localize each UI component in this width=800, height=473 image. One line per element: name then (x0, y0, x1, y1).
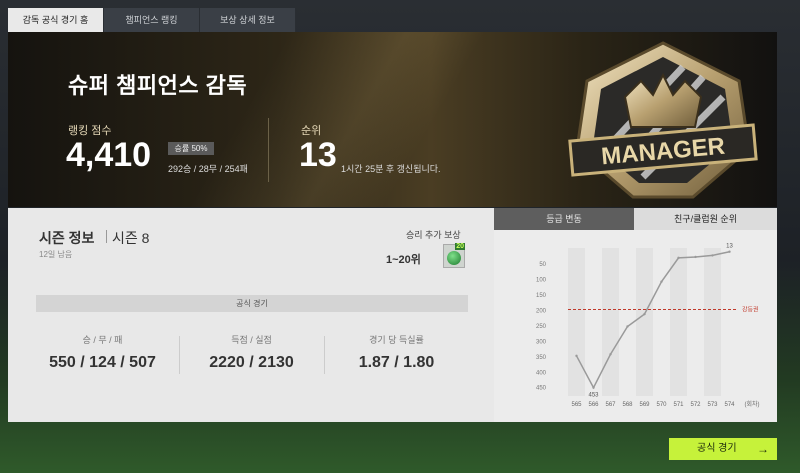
rank-series-point (592, 386, 595, 389)
data-point-label: 13 (726, 244, 733, 250)
chart-column-band (585, 248, 602, 396)
stat-goals: 득점 / 실점 2220 / 2130 (179, 333, 324, 372)
season-number: 시즌 8 (112, 230, 150, 246)
chart-column-band (568, 248, 585, 396)
tab-champions-ranking[interactable]: 챔피언스 랭킹 (104, 8, 200, 32)
x-tick-label: 565 (571, 402, 582, 408)
arrow-right-icon: → (757, 442, 769, 456)
chart-column-band (636, 248, 653, 396)
update-text: 1시간 25분 후 갱신됩니다. (341, 164, 441, 174)
data-point-label: 453 (588, 393, 599, 399)
y-tick-label: 100 (536, 278, 547, 284)
win-rate-badge: 승률 50% (168, 142, 214, 155)
top-tabs: 감독 공식 경기 홈 챔피언스 랭킹 보상 상세 정보 (8, 8, 296, 32)
rank-series-point (677, 256, 680, 260)
official-match-button[interactable]: 공식 경기 → (669, 438, 777, 460)
season-remaining: 12일 남음 (39, 250, 73, 259)
stat-value: 2220 / 2130 (209, 354, 294, 371)
hero-light-streak (128, 32, 608, 207)
rank-series-point (575, 354, 578, 358)
x-tick-label: 569 (639, 402, 650, 408)
official-match-button-label: 공식 경기 (697, 443, 737, 454)
x-tick-label: 574 (724, 402, 735, 408)
rank-series-point (643, 312, 646, 316)
stat-record: 승 / 무 / 패 550 / 124 / 507 (30, 333, 175, 372)
stat-value: 1.87 / 1.80 (358, 354, 435, 371)
hero-divider (268, 118, 269, 182)
tab-friend-ranking[interactable]: 친구/클럽원 순위 (634, 208, 777, 230)
x-tick-label: 567 (605, 402, 616, 408)
chart-column-band (670, 248, 687, 396)
chart-column-band (687, 248, 704, 396)
rank-series-point (660, 280, 663, 283)
rank-change-chart: 50 100 150 200 250 300 350 400 450 565 566 567 568 56… (536, 244, 760, 408)
relegation-threshold-label: 강등권 (742, 305, 759, 313)
stat-goal-ratio: 경기 당 득실률 1.87 / 1.80 (324, 333, 469, 372)
rank-series-point (609, 353, 612, 356)
y-tick-label: 350 (536, 355, 547, 361)
y-tick-label: 150 (536, 293, 547, 299)
chart-panel: 등급 변동 친구/클럽원 순위 50 100 150 200 250 300 350 400 4… (494, 208, 777, 422)
stat-label: 승 / 무 / 패 (82, 335, 123, 345)
tab-manager-home[interactable]: 감독 공식 경기 홈 (8, 8, 104, 32)
manager-badge-icon: MANAGER (568, 41, 758, 199)
rank-series-point (626, 325, 629, 328)
x-tick-label: 573 (707, 402, 718, 408)
reward-label: 승리 추가 보상 (406, 230, 461, 240)
stat-label: 득점 / 실점 (231, 335, 272, 345)
stat-label: 경기 당 득실률 (369, 335, 424, 345)
y-tick-label: 200 (536, 308, 547, 314)
y-tick-label: 450 (536, 386, 547, 392)
tab-rank-change[interactable]: 등급 변동 (494, 208, 634, 230)
hero-banner: 슈퍼 챔피언스 감독 랭킹 점수 4,410 승률 50% 292승 / 28무… (8, 32, 777, 207)
chart-column-band (704, 248, 721, 396)
rank-series-point (728, 250, 731, 253)
record-text: 292승 / 28무 / 254패 (168, 164, 248, 174)
tab-reward-details[interactable]: 보상 상세 정보 (200, 8, 296, 32)
stat-value: 550 / 124 / 507 (49, 354, 156, 371)
x-tick-label: 571 (673, 402, 684, 408)
y-tick-label: 50 (539, 262, 546, 268)
x-tick-label: 568 (622, 402, 633, 408)
y-tick-label: 300 (536, 339, 547, 345)
x-axis-label: (회차) (744, 400, 759, 408)
season-info-panel: 시즌 정보 시즌 8 12일 남음 승리 추가 보상 1~20위 20 공식 경… (8, 208, 494, 422)
hero-title: 슈퍼 챔피언스 감독 (68, 73, 248, 98)
x-tick-label: 570 (656, 402, 667, 408)
chart-column-band (721, 248, 738, 396)
rank-series-point (711, 254, 714, 257)
rank-series-point (694, 255, 697, 259)
ranking-score: 4,410 (66, 136, 152, 174)
chart-column-band (653, 248, 670, 396)
season-title: 시즌 정보 (39, 230, 95, 246)
x-tick-label: 572 (690, 402, 701, 408)
rank-value: 13 (299, 136, 337, 174)
y-tick-label: 250 (536, 324, 547, 330)
chart-column-band (602, 248, 619, 396)
official-match-header: 공식 경기 (36, 295, 468, 312)
reward-ball-icon (447, 251, 461, 265)
y-tick-label: 400 (536, 370, 547, 376)
reward-range: 1~20위 (386, 254, 421, 266)
x-tick-label: 566 (588, 402, 599, 408)
season-separator (106, 230, 107, 243)
reward-count: 20 (455, 243, 465, 250)
reward-item[interactable]: 20 (443, 243, 465, 268)
